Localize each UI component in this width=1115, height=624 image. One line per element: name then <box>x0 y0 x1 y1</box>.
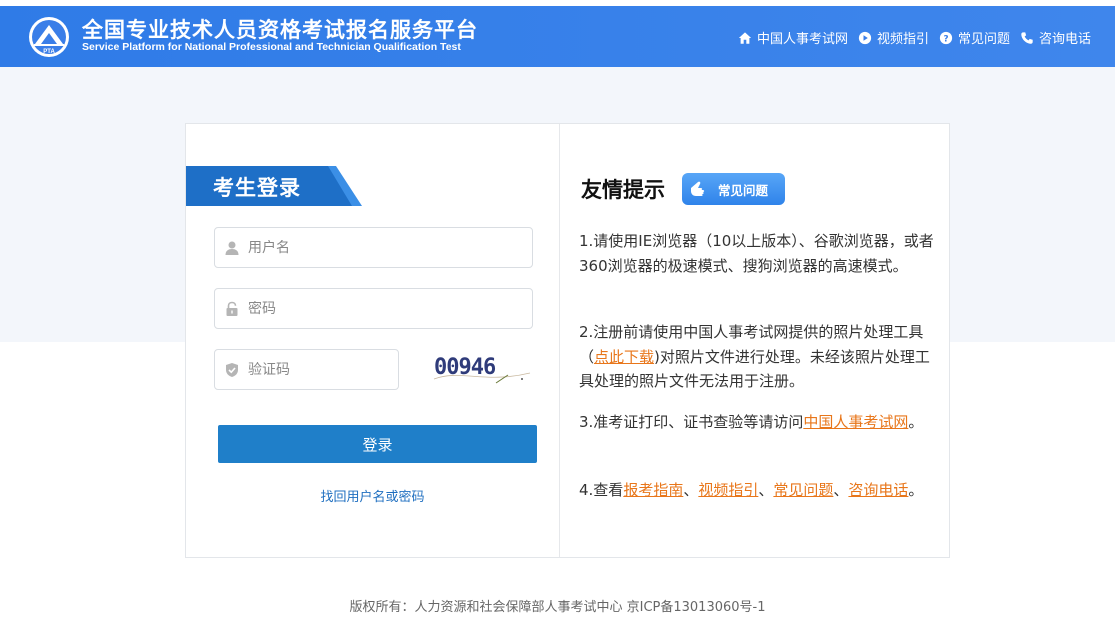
svg-text:?: ? <box>943 34 948 44</box>
username-field[interactable] <box>214 227 533 268</box>
tip-admission-ticket: 3.准考证打印、证书查验等请访问中国人事考试网。 <box>579 410 935 435</box>
shield-icon <box>226 362 238 377</box>
pointing-hand-icon <box>691 181 705 196</box>
login-tab-title: 考生登录 <box>213 176 301 200</box>
user-icon <box>225 241 239 255</box>
site-header: PTA 全国专业技术人员资格考试报名服务平台 Service Platform … <box>0 6 1115 67</box>
tip-text: 3.准考证打印、证书查验等请访问 <box>579 413 804 431</box>
faq-link[interactable]: 常见问题 <box>773 481 833 499</box>
captcha-code: 00946 <box>434 355 496 380</box>
home-icon <box>738 31 752 44</box>
nav-label: 中国人事考试网 <box>756 32 848 47</box>
password-field[interactable] <box>214 288 533 329</box>
password-input[interactable] <box>248 300 502 317</box>
recover-account-link[interactable]: 找回用户名或密码 <box>186 486 559 505</box>
svg-text:PTA: PTA <box>43 49 55 55</box>
captcha-input[interactable] <box>248 361 395 378</box>
separator: 、 <box>758 481 774 499</box>
nav-label: 常见问题 <box>957 32 1010 47</box>
login-card: 考生登录 00946 登录 找回用户名或密码 友情提示 常见问题 1.请使用IE… <box>185 123 950 558</box>
exam-guide-link[interactable]: 报考指南 <box>623 481 683 499</box>
hotline-link[interactable]: 咨询电话 <box>848 481 908 499</box>
nav-cpta-link[interactable]: 中国人事考试网 <box>738 28 848 47</box>
play-icon <box>858 31 872 44</box>
tip-text: 。 <box>908 481 924 499</box>
video-guide-link[interactable]: 视频指引 <box>698 481 758 499</box>
tip-photo-tool: 2.注册前请使用中国人事考试网提供的照片处理工具（点此下载)对照片文件进行处理。… <box>579 320 935 394</box>
separator: 、 <box>683 481 699 499</box>
phone-icon <box>1021 31 1033 44</box>
tip-text: 4.查看 <box>579 481 624 499</box>
pta-logo: PTA <box>29 17 69 57</box>
footer-copyright: 版权所有：人力资源和社会保障部人事考试中心 京ICP备13013060号-1 <box>349 600 766 615</box>
tip-resources: 4.查看报考指南、视频指引、常见问题、咨询电话。 <box>579 478 935 503</box>
nav-label: 视频指引 <box>876 32 929 47</box>
captcha-field[interactable] <box>214 349 399 390</box>
nav-hotline-link[interactable]: 咨询电话 <box>1020 28 1091 47</box>
nav-faq-link[interactable]: ? 常见问题 <box>939 28 1010 47</box>
card-divider <box>559 124 560 557</box>
login-button[interactable]: 登录 <box>218 425 537 463</box>
tip-browser: 1.请使用IE浏览器（10以上版本）、谷歌浏览器，或者360浏览器的极速模式、搜… <box>579 232 934 275</box>
platform-title: 全国专业技术人员资格考试报名服务平台 <box>82 18 478 42</box>
login-tab-header: 考生登录 <box>186 166 362 206</box>
tips-title: 友情提示 <box>581 178 665 202</box>
captcha-image[interactable]: 00946 <box>430 349 534 391</box>
nav-label: 咨询电话 <box>1038 32 1091 47</box>
separator: 、 <box>833 481 849 499</box>
tip-text: 。 <box>908 413 924 431</box>
faq-badge-button[interactable]: 常见问题 <box>682 173 785 205</box>
cpta-site-link[interactable]: 中国人事考试网 <box>803 413 908 431</box>
nav-video-guide-link[interactable]: 视频指引 <box>858 28 929 47</box>
lock-icon <box>226 301 238 316</box>
faq-badge-label: 常见问题 <box>718 182 769 198</box>
question-icon: ? <box>939 31 953 44</box>
top-nav: 中国人事考试网 视频指引 ? 常见问题 咨询电话 <box>738 28 1091 47</box>
username-input[interactable] <box>248 239 502 256</box>
platform-title-english: Service Platform for National Profession… <box>82 41 461 53</box>
download-tool-link[interactable]: 点此下载 <box>594 348 654 366</box>
